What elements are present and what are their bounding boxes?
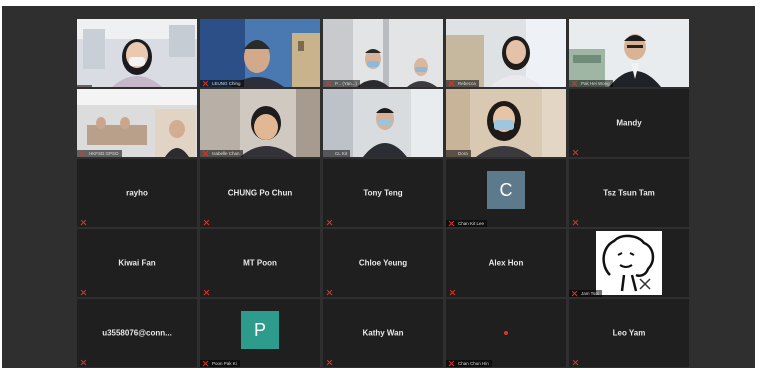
participant-tile[interactable]: Leo Yam — [569, 299, 689, 367]
participant-name: Leo Yam — [612, 328, 646, 338]
muted-mic-icon — [79, 85, 85, 86]
participant-caption: LEUNG Ching — [200, 80, 244, 87]
participant-name: Mandy — [616, 118, 642, 128]
participant-caption: Pak Hei Wong — [569, 80, 613, 87]
participant-tile-active-speaker[interactable]: Dora — [446, 89, 566, 157]
muted-mic-icon — [202, 150, 208, 156]
participant-tile[interactable]: Tsz Tsun Tam — [569, 159, 689, 227]
participant-caption: Jam Tsoi — [569, 290, 602, 297]
participant-tile[interactable]: u3558076@conn... — [77, 299, 197, 367]
profile-picture-sketch — [596, 231, 662, 295]
participant-caption: Chan Kit Lee — [446, 220, 488, 227]
participant-name: Alex Hon — [488, 258, 524, 268]
participant-tile[interactable]: Rebecca — [446, 19, 566, 87]
participant-caption: CL Kit — [323, 150, 351, 157]
muted-mic-icon — [80, 219, 86, 225]
participant-avatar: C — [487, 171, 525, 209]
muted-mic-icon — [448, 360, 454, 366]
muted-mic-icon — [448, 220, 454, 226]
participant-name: CHUNG Po Chun — [227, 188, 293, 198]
participant-name: MT Poon — [243, 258, 277, 268]
participant-tile[interactable]: MT Poon — [200, 229, 320, 297]
participant-caption: Rebecca — [446, 80, 479, 87]
muted-mic-icon — [571, 290, 577, 296]
participant-caption: Dora — [446, 150, 471, 157]
participant-tile[interactable]: Chan Chun Hin — [446, 299, 566, 367]
muted-mic-icon — [325, 80, 331, 86]
participant-tile[interactable]: Tony Teng — [323, 159, 443, 227]
muted-mic-icon — [572, 149, 578, 155]
participant-caption: P... (Yan...) — [323, 80, 360, 87]
participant-video — [569, 19, 689, 87]
participant-video — [446, 89, 566, 157]
participant-tile[interactable]: Chloe Yeung — [323, 229, 443, 297]
participant-name: Kathy Wan — [362, 328, 404, 338]
participant-tile[interactable]: Isabelle Chan — [200, 89, 320, 157]
participant-caption — [77, 85, 92, 87]
muted-mic-icon — [202, 80, 208, 86]
muted-mic-icon — [448, 80, 454, 86]
muted-mic-icon — [80, 289, 86, 295]
participant-name: rayho — [126, 188, 148, 198]
participant-name: Chloe Yeung — [358, 258, 408, 268]
muted-mic-icon — [572, 359, 578, 365]
muted-mic-icon — [326, 219, 332, 225]
muted-mic-icon — [80, 359, 86, 365]
participant-video — [77, 89, 197, 157]
participant-caption: Isabelle Chan — [200, 150, 243, 157]
meeting-window: LEUNG Ching P... (Yan...) Rebecca Pak He… — [2, 6, 755, 368]
participant-video — [323, 19, 443, 87]
participant-tile[interactable]: Kiwai Fan — [77, 229, 197, 297]
muted-mic-icon — [326, 289, 332, 295]
participant-tile[interactable]: HKFSD GPSO — [77, 89, 197, 157]
recording-dot-icon — [504, 331, 508, 335]
participant-video — [446, 19, 566, 87]
participant-tile[interactable]: Alex Hon — [446, 229, 566, 297]
participant-video — [77, 19, 197, 87]
participant-tile[interactable]: Jam Tsoi — [569, 229, 689, 297]
participant-tile[interactable]: CL Kit — [323, 89, 443, 157]
gallery-grid: LEUNG Ching P... (Yan...) Rebecca Pak He… — [77, 19, 689, 367]
participant-tile[interactable]: Pak Hei Wong — [569, 19, 689, 87]
participant-name: u3558076@conn... — [102, 328, 172, 338]
muted-mic-icon — [449, 289, 455, 295]
participant-tile[interactable]: rayho — [77, 159, 197, 227]
participant-name: Kiwai Fan — [118, 258, 156, 268]
muted-mic-icon — [203, 219, 209, 225]
participant-video — [200, 89, 320, 157]
participant-video — [200, 19, 320, 87]
muted-mic-icon — [572, 219, 578, 225]
participant-tile[interactable]: P... (Yan...) — [323, 19, 443, 87]
participant-caption: HKFSD GPSO — [77, 150, 122, 157]
muted-mic-icon — [571, 80, 577, 86]
participant-video — [323, 89, 443, 157]
participant-tile[interactable]: Mandy — [569, 89, 689, 157]
participant-caption: Chan Chun Hin — [446, 360, 492, 367]
participant-tile[interactable]: LEUNG Ching — [200, 19, 320, 87]
participant-tile[interactable]: C Chan Kit Lee — [446, 159, 566, 227]
muted-mic-icon — [202, 360, 208, 366]
participant-tile[interactable] — [77, 19, 197, 87]
participant-name: Tsz Tsun Tam — [603, 188, 655, 198]
participant-tile[interactable]: CHUNG Po Chun — [200, 159, 320, 227]
muted-mic-icon — [79, 150, 85, 156]
participant-caption: Poon Pak Ki — [200, 360, 240, 367]
participant-avatar: P — [241, 311, 279, 349]
muted-mic-icon — [326, 359, 332, 365]
participant-tile[interactable]: P Poon Pak Ki — [200, 299, 320, 367]
muted-mic-icon — [203, 289, 209, 295]
participant-name: Tony Teng — [363, 188, 403, 198]
participant-tile[interactable]: Kathy Wan — [323, 299, 443, 367]
